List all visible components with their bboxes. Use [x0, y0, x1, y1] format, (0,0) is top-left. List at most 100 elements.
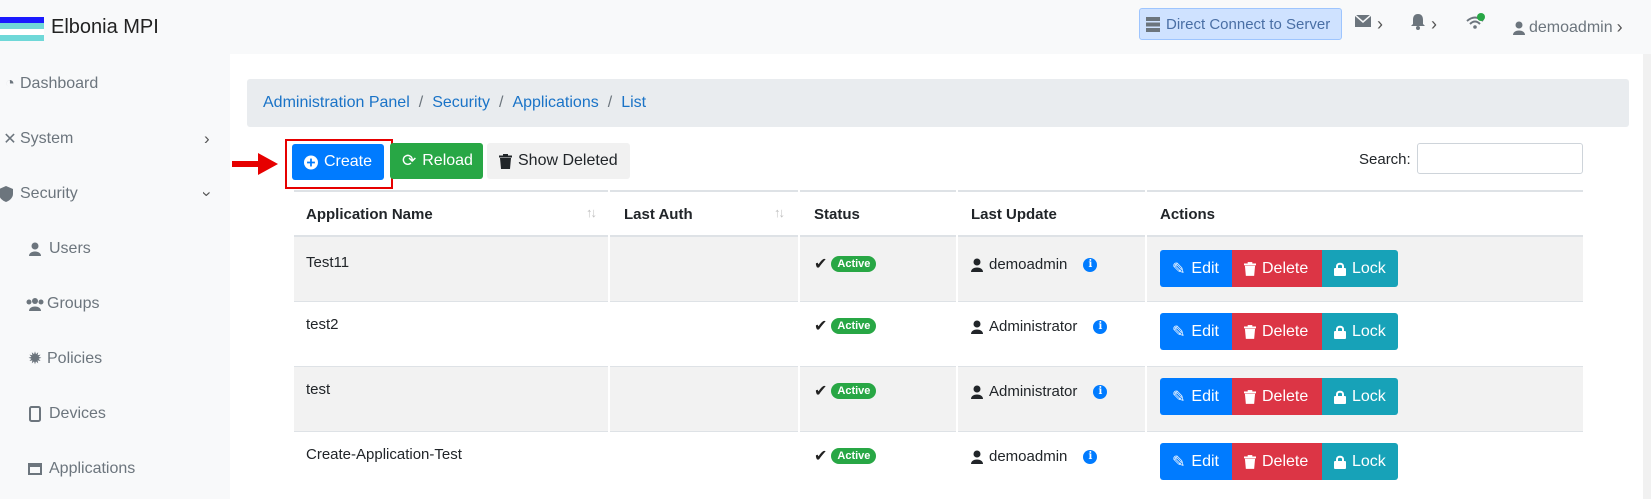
table-row: Test11 ✔ Active demoadmin i ✎ Edit Delete…: [294, 237, 1583, 302]
pencil-icon: ✎: [1172, 388, 1186, 406]
lock-icon: [1334, 455, 1346, 469]
info-icon[interactable]: i: [1093, 319, 1108, 334]
sidebar-item-label: Policies: [47, 350, 103, 367]
last-update-cell: Administrator i: [971, 383, 1108, 400]
edit-button[interactable]: ✎ Edit: [1160, 313, 1232, 350]
sidebar-item-label: System: [20, 130, 74, 147]
status-badge: Active: [831, 256, 877, 272]
edit-button[interactable]: ✎ Edit: [1160, 443, 1232, 480]
column-header-application-name[interactable]: Application Name: [306, 206, 433, 223]
pencil-icon: ✎: [1172, 323, 1186, 341]
sidebar-item-applications[interactable]: Applications: [0, 449, 230, 489]
column-divider: [1145, 190, 1147, 497]
chevron-down-icon: ›: [197, 191, 217, 197]
table-header: Application Name ↑↓ Last Auth ↑↓ Status …: [294, 190, 1583, 237]
brand-logo[interactable]: [0, 17, 44, 41]
sort-icon[interactable]: ↑↓: [774, 205, 785, 220]
edit-button[interactable]: ✎ Edit: [1160, 250, 1232, 287]
last-update-cell: demoadmin i: [971, 448, 1098, 465]
edit-label: Edit: [1191, 259, 1219, 277]
direct-connect-button[interactable]: Direct Connect to Server: [1139, 8, 1342, 40]
reload-label: Reload: [422, 152, 473, 169]
table-row: test2 ✔ Active Administrator i ✎ Edit Del…: [294, 302, 1583, 367]
chevron-right-icon: ›: [1616, 17, 1623, 37]
tools-icon: ✕: [3, 131, 17, 148]
sync-icon: ⟳: [402, 151, 417, 170]
updated-by: Administrator: [989, 318, 1078, 335]
updated-by: Administrator: [989, 383, 1078, 400]
sidebar-item-groups[interactable]: Groups: [0, 284, 230, 324]
column-header-actions: Actions: [1160, 206, 1216, 223]
application-name: test2: [306, 316, 339, 333]
user-icon: [971, 320, 983, 334]
username: demoadmin: [1529, 18, 1613, 36]
lock-button[interactable]: Lock: [1322, 443, 1398, 480]
info-icon[interactable]: i: [1093, 384, 1108, 399]
sidebar: ◔ Dashboard ✕ System › Security › Users …: [0, 54, 230, 499]
chevron-right-icon[interactable]: ›: [1431, 14, 1437, 35]
lock-button[interactable]: Lock: [1322, 250, 1398, 287]
search-input[interactable]: [1417, 143, 1583, 174]
sidebar-item-label: Security: [20, 185, 78, 202]
delete-label: Delete: [1262, 322, 1309, 340]
sidebar-item-system[interactable]: ✕ System ›: [0, 119, 230, 159]
breadcrumb-item[interactable]: Administration Panel: [263, 94, 410, 112]
app-title[interactable]: Elbonia MPI: [51, 16, 159, 39]
envelope-icon[interactable]: [1355, 15, 1371, 27]
pencil-icon: ✎: [1172, 260, 1186, 278]
table-row: test ✔ Active Administrator i ✎ Edit Dele…: [294, 367, 1583, 432]
edit-label: Edit: [1191, 322, 1219, 340]
status-badge: Active: [831, 318, 877, 334]
user-icon: [971, 450, 983, 464]
lock-button[interactable]: Lock: [1322, 378, 1398, 415]
breadcrumb: Administration Panel / Security / Applic…: [247, 79, 1629, 127]
sidebar-item-users[interactable]: Users: [0, 229, 230, 269]
status-badge: Active: [831, 383, 877, 399]
status-badge: Active: [831, 448, 877, 464]
annotation-arrow: [232, 153, 278, 175]
user-icon: [971, 385, 983, 399]
delete-label: Delete: [1262, 452, 1309, 470]
server-icon: [1146, 16, 1160, 32]
breadcrumb-item[interactable]: Applications: [512, 94, 598, 112]
edit-button[interactable]: ✎ Edit: [1160, 378, 1232, 415]
status-cell: ✔ Active: [814, 381, 877, 401]
application-name: test: [306, 381, 331, 398]
column-header-last-auth[interactable]: Last Auth: [624, 206, 693, 223]
column-header-last-update: Last Update: [971, 206, 1057, 223]
delete-button[interactable]: Delete: [1232, 443, 1322, 480]
user-menu[interactable]: demoadmin ›: [1513, 17, 1623, 38]
show-deleted-button[interactable]: Show Deleted: [487, 143, 630, 179]
lock-button[interactable]: Lock: [1322, 313, 1398, 350]
sidebar-item-dashboard[interactable]: ◔ Dashboard: [0, 64, 230, 104]
chevron-right-icon: ›: [204, 129, 210, 148]
sort-icon[interactable]: ↑↓: [586, 205, 597, 220]
trash-icon: [1244, 389, 1256, 404]
breadcrumb-item[interactable]: Security: [432, 94, 490, 112]
search-label: Search:: [1359, 151, 1411, 168]
info-icon[interactable]: i: [1083, 257, 1098, 272]
bell-icon[interactable]: [1411, 14, 1425, 30]
delete-button[interactable]: Delete: [1232, 378, 1322, 415]
breadcrumb-item[interactable]: List: [621, 94, 646, 112]
sidebar-item-policies[interactable]: ✹ Policies: [0, 339, 230, 379]
chevron-right-icon[interactable]: ›: [1377, 14, 1383, 35]
info-icon[interactable]: i: [1083, 449, 1098, 464]
check-icon: ✔: [814, 448, 828, 465]
delete-button[interactable]: Delete: [1232, 313, 1322, 350]
dashboard-icon: ◔: [5, 75, 15, 92]
sidebar-item-security[interactable]: Security ›: [0, 174, 230, 214]
delete-button[interactable]: Delete: [1232, 250, 1322, 287]
reload-button[interactable]: ⟳ Reload: [390, 143, 483, 179]
trash-icon: [1244, 324, 1256, 339]
updated-by: demoadmin: [989, 448, 1068, 465]
sidebar-item-label: Users: [49, 240, 91, 257]
table-row: Create-Application-Test ✔ Active demoadm…: [294, 432, 1583, 497]
column-divider: [956, 190, 958, 497]
last-update-cell: Administrator i: [971, 318, 1108, 335]
create-label: Create: [323, 153, 372, 170]
create-button[interactable]: Create: [292, 144, 384, 180]
scrollbar[interactable]: [1643, 54, 1651, 499]
sidebar-item-devices[interactable]: Devices: [0, 394, 230, 434]
user-icon: [29, 242, 41, 256]
